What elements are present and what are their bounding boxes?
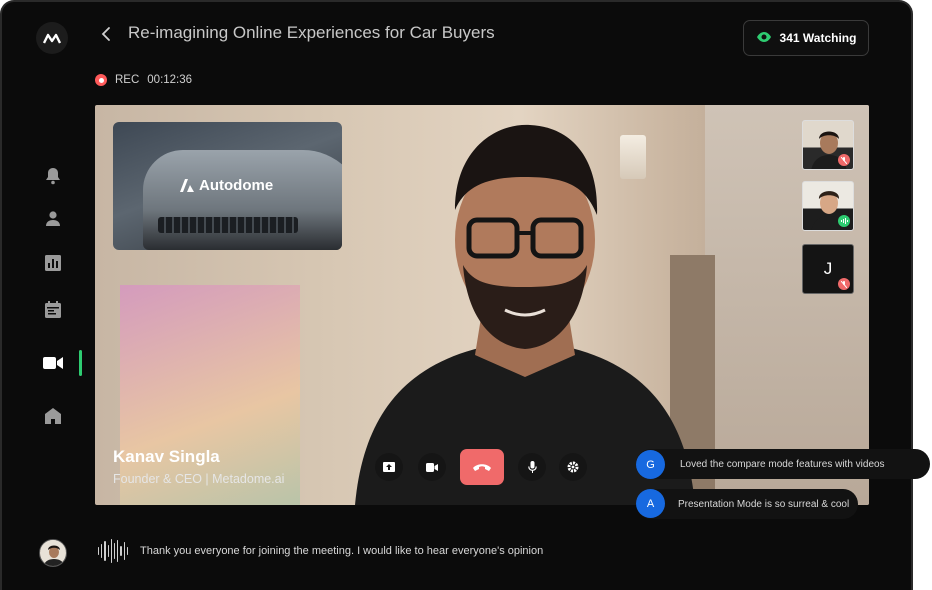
recording-indicator: REC 00:12:36: [95, 74, 192, 86]
back-chevron-icon[interactable]: [100, 24, 116, 44]
participant-thumbnail[interactable]: [802, 181, 854, 231]
chat-message: Presentation Mode is so surreal & cool: [636, 489, 858, 519]
sidebar-active-indicator: [79, 350, 82, 376]
user-icon[interactable]: [43, 208, 63, 228]
record-dot-icon: [95, 74, 107, 86]
rec-label: REC: [115, 74, 140, 86]
home-icon[interactable]: [43, 406, 63, 426]
chat-message-text: Loved the compare mode features with vid…: [680, 458, 885, 470]
chat-avatar: G: [636, 450, 665, 479]
chat-message-text: Presentation Mode is so surreal & cool: [678, 498, 850, 510]
participant-thumbnail[interactable]: J: [802, 244, 854, 294]
microphone-icon: [527, 461, 537, 473]
end-call-button[interactable]: [460, 449, 504, 485]
car-image: [143, 150, 342, 250]
microphone-button[interactable]: [518, 453, 546, 481]
share-screen-icon: [383, 462, 395, 472]
mic-active-icon: [838, 215, 850, 227]
end-call-icon: [473, 464, 491, 471]
rec-time: 00:12:36: [147, 74, 193, 86]
car-grill: [158, 217, 298, 233]
metadome-logo-icon[interactable]: [36, 22, 68, 54]
chat-message: Loved the compare mode features with vid…: [636, 449, 930, 479]
camera-button[interactable]: [418, 453, 446, 481]
participant-thumbnail[interactable]: [802, 120, 854, 170]
watching-label: 341 Watching: [779, 31, 857, 45]
autodome-logo: Autodome: [180, 177, 273, 194]
page-title: Re-imagining Online Experiences for Car …: [128, 23, 495, 42]
user-avatar[interactable]: [39, 539, 67, 567]
bell-icon[interactable]: [43, 166, 63, 186]
mic-muted-icon: [838, 154, 850, 166]
live-transcript-caption: Thank you everyone for joining the meeti…: [140, 545, 544, 557]
chart-icon[interactable]: [43, 253, 63, 273]
main-video-stage: Autodome Kanav Singla Founder & CEO | Me…: [95, 105, 869, 505]
autodome-brand-card: Autodome: [113, 122, 342, 250]
calendar-icon[interactable]: [43, 299, 63, 319]
speaker-video: [355, 124, 695, 505]
brand-name: Autodome: [199, 177, 274, 194]
audio-waveform-icon: [98, 538, 129, 564]
mic-muted-icon: [838, 278, 850, 290]
share-screen-button[interactable]: [375, 453, 403, 481]
speaker-name: Kanav Singla: [113, 447, 220, 466]
camera-icon: [426, 462, 438, 472]
settings-button[interactable]: [559, 453, 587, 481]
chat-avatar: A: [636, 489, 665, 518]
participant-initial: J: [823, 259, 833, 278]
speaker-role: Founder & CEO | Metadome.ai: [113, 472, 285, 486]
video-camera-icon[interactable]: [43, 353, 63, 373]
autodome-logo-icon: [180, 179, 194, 192]
watching-count-button[interactable]: 341 Watching: [743, 20, 869, 56]
settings-icon: [567, 461, 579, 473]
eye-icon: [756, 31, 772, 46]
